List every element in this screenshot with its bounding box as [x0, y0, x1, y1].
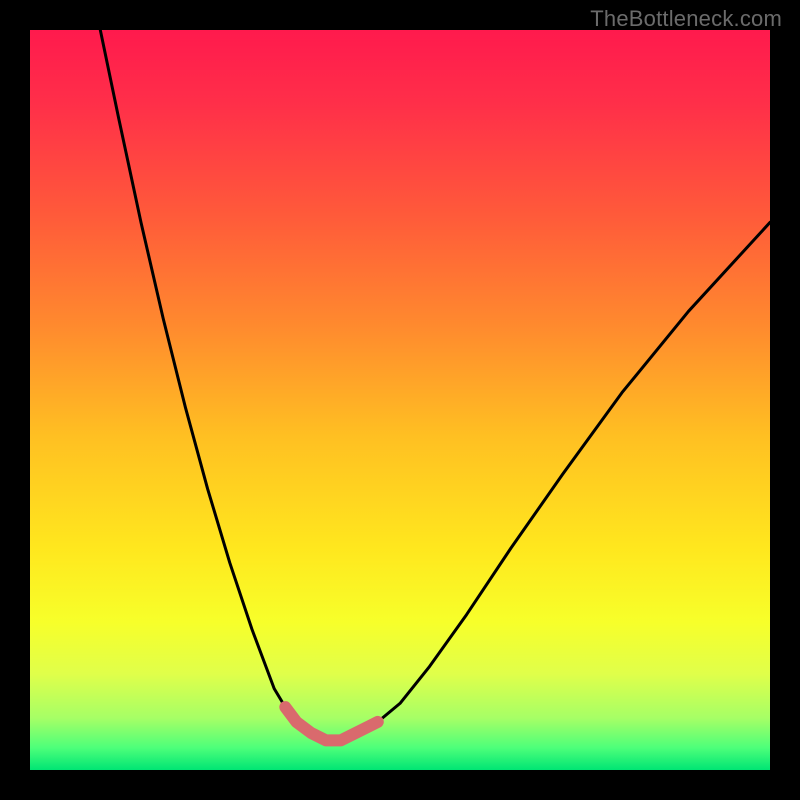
- watermark-text: TheBottleneck.com: [590, 6, 782, 32]
- chart-frame: TheBottleneck.com: [0, 0, 800, 800]
- plot-area: [30, 30, 770, 770]
- plot-svg: [30, 30, 770, 770]
- gradient-background: [30, 30, 770, 770]
